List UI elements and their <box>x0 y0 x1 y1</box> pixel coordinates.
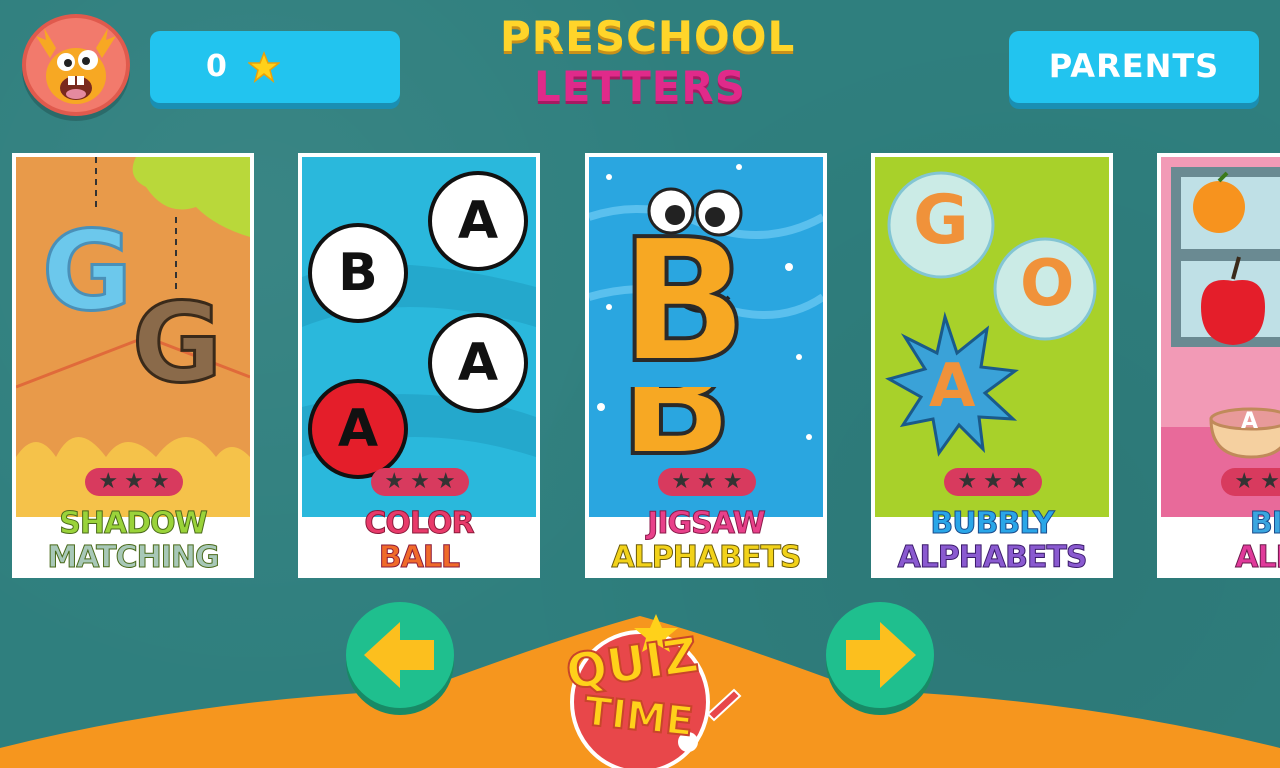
score-display: 0 <box>150 31 400 103</box>
card3-letter-b-top: B <box>617 203 751 401</box>
rating-star-icon: ★ <box>410 469 430 494</box>
mascot-avatar-button[interactable] <box>22 14 130 116</box>
rating-star-icon: ★ <box>435 469 456 494</box>
card4-rating: ★ ★ ★ <box>944 468 1042 496</box>
card1-label-line1: SHADOW <box>59 506 208 541</box>
card4-label-line1: BUBBLY <box>930 506 1055 541</box>
card-art-bubbly <box>875 157 1109 517</box>
card3-label: JIGSAW ALPHABETS <box>589 506 823 575</box>
rating-star-icon: ★ <box>983 469 1003 494</box>
card2-label-line1: COLOR <box>364 506 475 541</box>
burst-letter-a: A <box>929 351 976 421</box>
card-jigsaw-alphabets[interactable]: B B ★ ★ ★ JIGSAW ALPHABETS <box>585 153 827 578</box>
rating-star-icon: ★ <box>671 469 692 494</box>
card-bingo-alphabets[interactable]: A ★★★ BIN ALPH <box>1157 153 1280 578</box>
card5-label-line1: BIN <box>1249 506 1280 541</box>
card1-letter-shadow: G <box>130 278 223 409</box>
rating-star-icon: ★ <box>957 469 978 494</box>
rating-star-icon: ★ <box>1234 469 1255 494</box>
card-art-bingo <box>1161 157 1280 517</box>
card4-label-line2: ALPHABETS <box>897 540 1088 575</box>
rating-star-icon: ★ <box>697 469 717 494</box>
quiz-time-button[interactable]: QUIZ TIME <box>538 606 742 768</box>
card1-label-line2: MATCHING <box>47 540 220 575</box>
card-bubbly-alphabets[interactable]: G O A ★ ★ ★ BUBBLY ALPHABETS <box>871 153 1113 578</box>
card5-rating: ★★★ <box>1221 468 1280 496</box>
rating-star-icon: ★ <box>149 469 170 494</box>
rating-star-icon: ★ <box>1260 469 1280 494</box>
title-preschool: PRESCHOOL <box>500 12 796 61</box>
card3-label-line2: ALPHABETS <box>611 540 802 575</box>
game-cards-strip: G G ★ ★ ★ SHADOW MATCHING A B A A ★ ★ ★ COLO… <box>0 153 1280 578</box>
bubble-letter-o: O <box>1020 247 1075 321</box>
next-arrow-button[interactable] <box>826 602 934 708</box>
card1-rating: ★ ★ ★ <box>85 468 183 496</box>
ball-a-1: A <box>428 171 528 271</box>
card-shadow-matching[interactable]: G G ★ ★ ★ SHADOW MATCHING <box>12 153 254 578</box>
parents-button[interactable]: PARENTS <box>1009 31 1259 103</box>
prev-arrow-button[interactable] <box>346 602 454 708</box>
card3-label-line1: JIGSAW <box>647 506 767 541</box>
card3-rating: ★ ★ ★ <box>658 468 756 496</box>
card-color-ball[interactable]: A B A A ★ ★ ★ COLOR BALL <box>298 153 540 578</box>
rating-star-icon: ★ <box>124 469 144 494</box>
ball-b: B <box>308 223 408 323</box>
rating-star-icon: ★ <box>98 469 119 494</box>
card2-label: COLOR BALL <box>302 506 536 575</box>
ball-a-2: A <box>428 313 528 413</box>
card5-label: BIN ALPH <box>1161 506 1280 575</box>
arrow-left-icon <box>364 622 434 688</box>
mascot-icon <box>36 28 116 104</box>
card2-label-line2: BALL <box>378 540 460 575</box>
card1-label: SHADOW MATCHING <box>16 506 250 575</box>
rating-star-icon: ★ <box>1008 469 1029 494</box>
rating-star-icon: ★ <box>722 469 743 494</box>
bubble-letter-g: G <box>913 181 969 260</box>
card4-label: BUBBLY ALPHABETS <box>875 506 1109 575</box>
card2-rating: ★ ★ ★ <box>371 468 469 496</box>
card5-cup-letter: A <box>1241 409 1259 434</box>
title-letters: LETTERS <box>534 62 746 111</box>
score-value: 0 <box>206 49 227 84</box>
rating-star-icon: ★ <box>384 469 405 494</box>
ball-a-red: A <box>308 379 408 479</box>
card5-label-line2: ALPH <box>1235 540 1280 575</box>
arrow-right-icon <box>846 622 916 688</box>
card1-letter-colored: G <box>40 206 133 337</box>
star-icon <box>248 51 280 83</box>
